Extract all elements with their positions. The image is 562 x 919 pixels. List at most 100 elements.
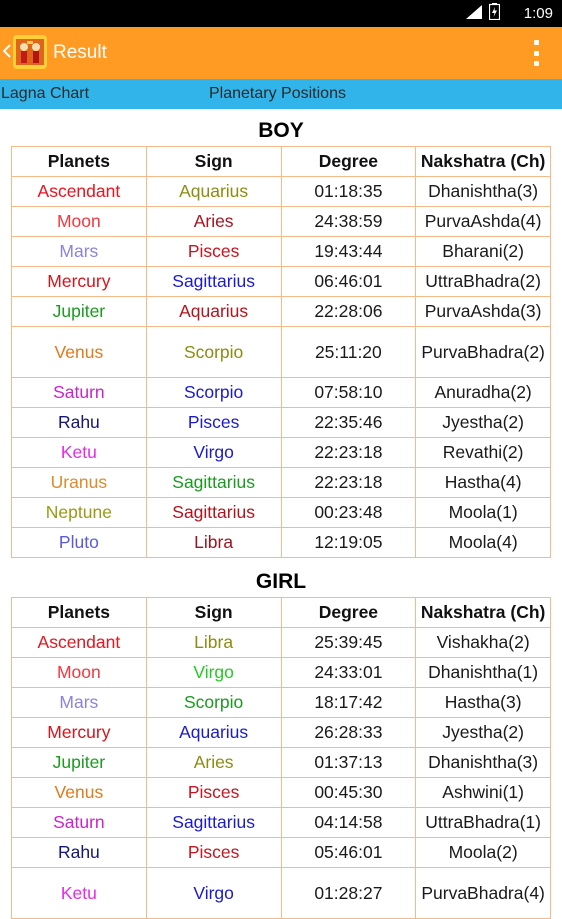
table-row: Ascendant Libra 25:39:45 Vishakha(2)	[11, 627, 551, 658]
nakshatra-cell: Revathi(2)	[415, 437, 551, 468]
planet-cell: Rahu	[11, 837, 147, 868]
table-row: Ketu Virgo 22:23:18 Revathi(2)	[11, 437, 551, 468]
table-row: Mercury Sagittarius 06:46:01 UttraBhadra(2)	[11, 266, 551, 297]
planet-cell: Ascendant	[11, 627, 147, 658]
header-planets: Planets	[11, 146, 147, 177]
sign-cell: Aquarius	[145, 176, 282, 207]
table-header-row: Planets Sign Degree Nakshatra (Ch)	[11, 146, 551, 177]
sign-cell: Aries	[145, 747, 282, 778]
planet-cell: Ascendant	[11, 176, 147, 207]
table-row: Venus Scorpio 25:11:20 PurvaBhadra(2)	[11, 326, 551, 378]
nakshatra-cell: UttraBhadra(1)	[415, 807, 551, 838]
sign-cell: Aries	[145, 206, 282, 237]
table-row: Jupiter Aquarius 22:28:06 PurvaAshda(3)	[11, 296, 551, 327]
degree-cell: 07:58:10	[280, 377, 417, 408]
degree-cell: 18:17:42	[280, 687, 417, 718]
sign-cell: Pisces	[145, 407, 282, 438]
overflow-menu-icon[interactable]	[534, 40, 540, 66]
table-row: Moon Virgo 24:33:01 Dhanishtha(1)	[11, 657, 551, 688]
sign-cell: Sagittarius	[145, 807, 282, 838]
table-row: Mars Scorpio 18:17:42 Hastha(3)	[11, 687, 551, 718]
sign-cell: Pisces	[145, 236, 282, 267]
planet-cell: Ketu	[11, 437, 147, 468]
nakshatra-cell: Hastha(4)	[415, 467, 551, 498]
degree-cell: 26:28:33	[280, 717, 417, 748]
status-icons	[465, 2, 501, 24]
table-row: Rahu Pisces 22:35:46 Jyestha(2)	[11, 407, 551, 438]
degree-cell: 01:37:13	[280, 747, 417, 778]
degree-cell: 06:46:01	[280, 266, 417, 297]
table-row: Mercury Aquarius 26:28:33 Jyestha(2)	[11, 717, 551, 748]
degree-cell: 24:33:01	[280, 657, 417, 688]
planet-cell: Mars	[11, 236, 147, 267]
planet-cell: Mercury	[11, 717, 147, 748]
sign-cell: Pisces	[145, 777, 282, 808]
table-row: Venus Pisces 00:45:30 Ashwini(1)	[11, 777, 551, 808]
table-row: Saturn Sagittarius 04:14:58 UttraBhadra(1)	[11, 807, 551, 838]
sign-cell: Sagittarius	[145, 467, 282, 498]
clock: 1:09	[523, 5, 553, 22]
sign-cell: Pisces	[145, 837, 282, 868]
table-row: Pluto Libra 12:19:05 Moola(4)	[11, 527, 551, 558]
nakshatra-cell: PurvaAshda(4)	[415, 206, 551, 237]
degree-cell: 22:23:18	[280, 437, 417, 468]
nakshatra-cell: Dhanishtha(1)	[415, 657, 551, 688]
screen-title: Result	[53, 42, 107, 63]
planet-cell: Jupiter	[11, 296, 147, 327]
planet-cell: Venus	[11, 777, 147, 808]
planet-cell: Ketu	[11, 867, 147, 919]
app-logo-icon[interactable]	[13, 35, 47, 69]
degree-cell: 04:14:58	[280, 807, 417, 838]
nakshatra-cell: PurvaBhadra(4)	[415, 867, 551, 919]
planet-cell: Saturn	[11, 807, 147, 838]
boy-planet-table: Planets Sign Degree Nakshatra (Ch) Ascen…	[11, 146, 551, 558]
sign-cell: Aquarius	[145, 717, 282, 748]
degree-cell: 12:19:05	[280, 527, 417, 558]
planet-cell: Neptune	[11, 497, 147, 528]
nakshatra-cell: Dhanishtha(3)	[415, 176, 551, 207]
planet-cell: Mercury	[11, 266, 147, 297]
nakshatra-cell: Moola(1)	[415, 497, 551, 528]
planet-cell: Pluto	[11, 527, 147, 558]
nakshatra-cell: Moola(2)	[415, 837, 551, 868]
degree-cell: 22:28:06	[280, 296, 417, 327]
table-row: Mars Pisces 19:43:44 Bharani(2)	[11, 236, 551, 267]
nakshatra-cell: Dhanishtha(3)	[415, 747, 551, 778]
table-row: Jupiter Aries 01:37:13 Dhanishtha(3)	[11, 747, 551, 778]
degree-cell: 22:35:46	[280, 407, 417, 438]
nakshatra-cell: PurvaAshda(3)	[415, 296, 551, 327]
table-row: Neptune Sagittarius 00:23:48 Moola(1)	[11, 497, 551, 528]
planet-cell: Mars	[11, 687, 147, 718]
sign-cell: Scorpio	[145, 377, 282, 408]
table-row: Moon Aries 24:38:59 PurvaAshda(4)	[11, 206, 551, 237]
nakshatra-cell: Hastha(3)	[415, 687, 551, 718]
header-degree: Degree	[280, 146, 417, 177]
table-row: Saturn Scorpio 07:58:10 Anuradha(2)	[11, 377, 551, 408]
degree-cell: 00:23:48	[280, 497, 417, 528]
planet-cell: Saturn	[11, 377, 147, 408]
table-row: Uranus Sagittarius 22:23:18 Hastha(4)	[11, 467, 551, 498]
tab-bar: Lagna Chart Planetary Positions	[0, 79, 562, 109]
tab-planetary-positions[interactable]: Planetary Positions	[209, 79, 346, 109]
nakshatra-cell: Jyestha(2)	[415, 407, 551, 438]
planet-cell: Jupiter	[11, 747, 147, 778]
app-bar: Result	[0, 27, 562, 79]
sign-cell: Scorpio	[145, 326, 282, 378]
planet-cell: Moon	[11, 657, 147, 688]
wifi-icon	[465, 4, 483, 24]
header-sign: Sign	[145, 146, 282, 177]
planet-cell: Moon	[11, 206, 147, 237]
degree-cell: 00:45:30	[280, 777, 417, 808]
nakshatra-cell: Anuradha(2)	[415, 377, 551, 408]
nakshatra-cell: UttraBhadra(2)	[415, 266, 551, 297]
table-row: Ketu Virgo 01:28:27 PurvaBhadra(4)	[11, 867, 551, 919]
degree-cell: 24:38:59	[280, 206, 417, 237]
table-row: Ascendant Aquarius 01:18:35 Dhanishtha(3)	[11, 176, 551, 207]
nakshatra-cell: Moola(4)	[415, 527, 551, 558]
nakshatra-cell: PurvaBhadra(2)	[415, 326, 551, 378]
girl-planet-table: Planets Sign Degree Nakshatra (Ch) Ascen…	[11, 597, 551, 919]
boy-section-title: BOY	[258, 119, 304, 142]
planet-cell: Venus	[11, 326, 147, 378]
tab-lagna-chart[interactable]: Lagna Chart	[1, 79, 89, 109]
chevron-left-icon[interactable]	[2, 41, 11, 63]
